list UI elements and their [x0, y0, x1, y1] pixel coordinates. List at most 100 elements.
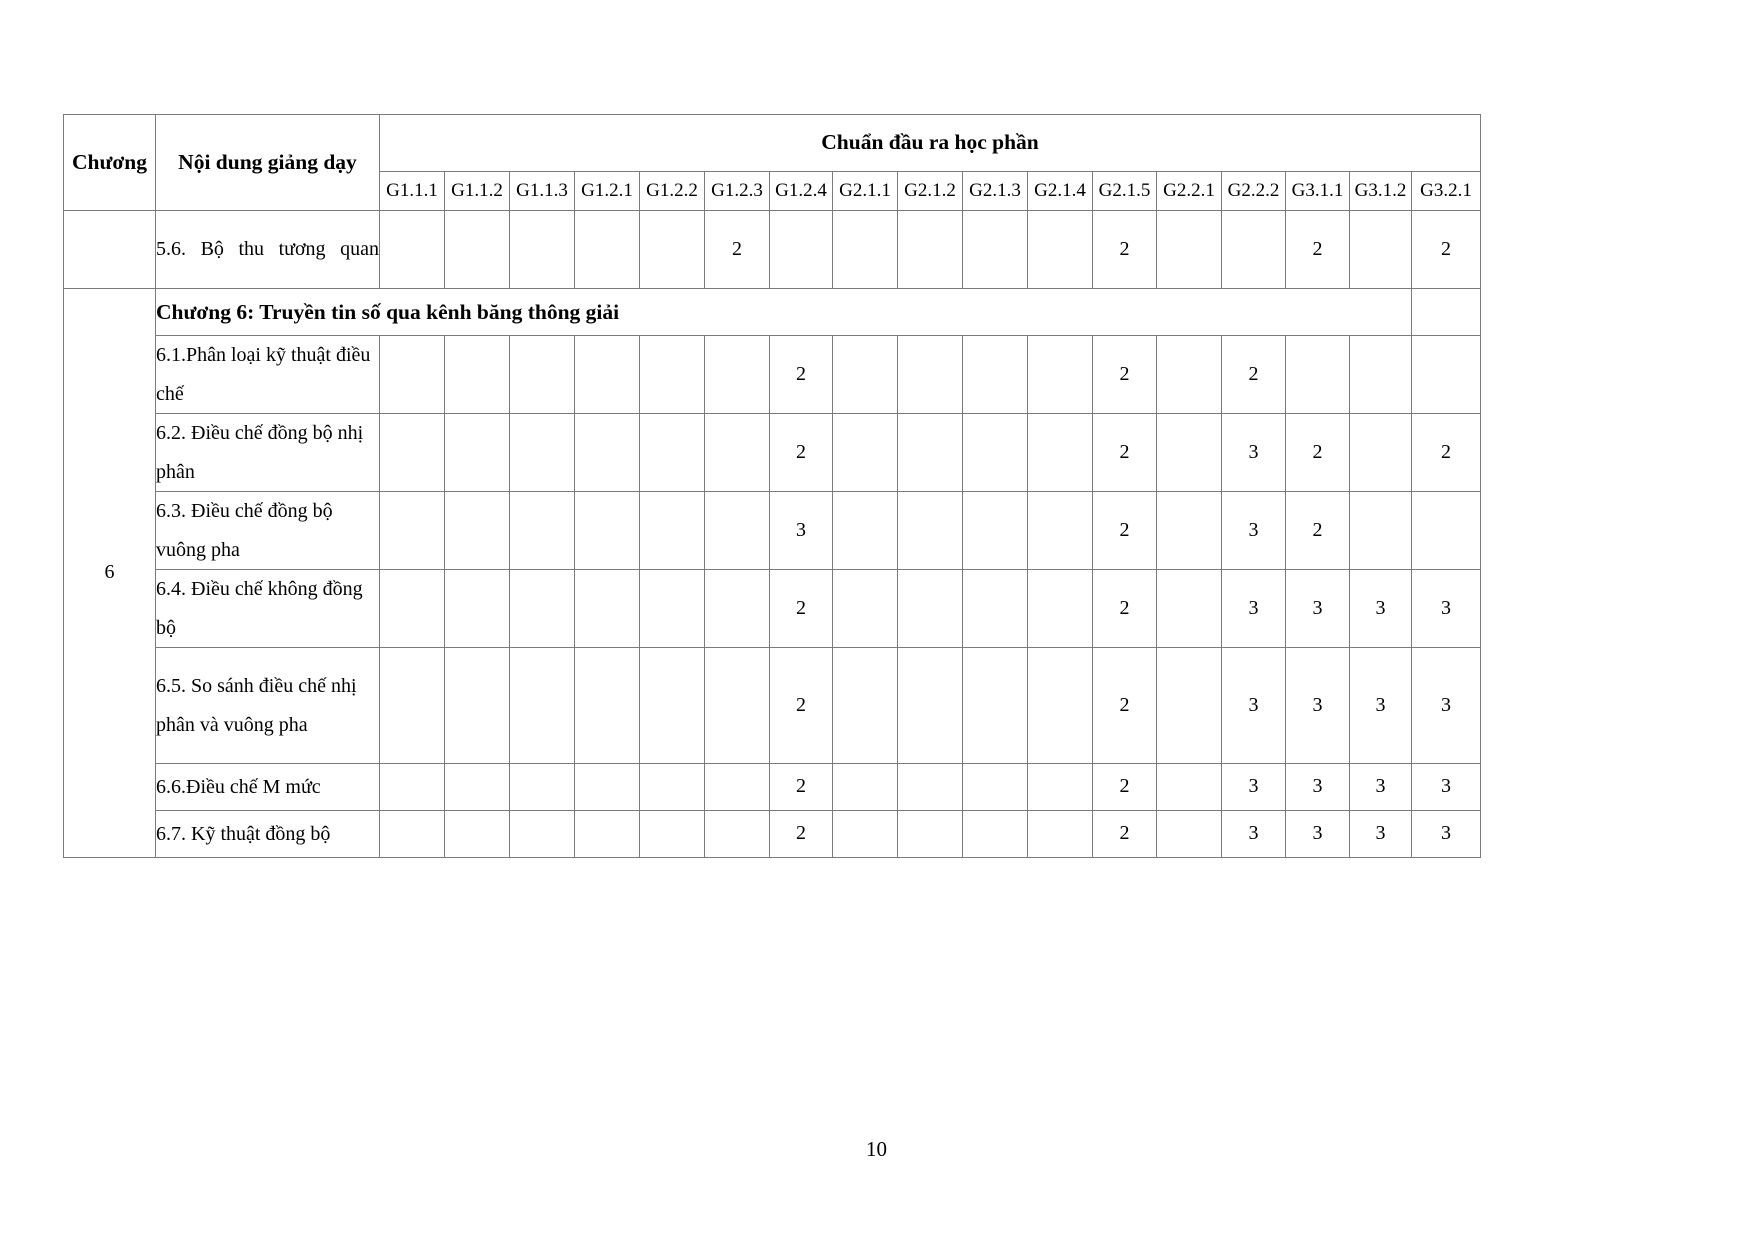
cell-content: 6.7. Kỹ thuật đồng bộ — [155, 810, 380, 858]
cell-value — [1027, 569, 1093, 648]
header-noidung: Nội dung giảng dạy — [155, 114, 380, 211]
cell-chapter — [63, 210, 156, 289]
cell-value — [1411, 335, 1481, 414]
header-outcome-G1-2-1: G1.2.1 — [574, 171, 640, 211]
cell-value — [1349, 491, 1412, 570]
cell-value: 2 — [769, 413, 833, 492]
cell-value — [574, 647, 640, 764]
cell-value: 2 — [1092, 763, 1157, 811]
cell-value — [897, 763, 963, 811]
table-row: 5.6. Bộ thu tương quan 2 2 2 2 — [63, 210, 1481, 289]
cell-value — [897, 335, 963, 414]
cell-content: 5.6. Bộ thu tương quan — [155, 210, 380, 289]
cell-value — [704, 569, 770, 648]
cell-value — [897, 210, 963, 289]
cell-value — [444, 647, 510, 764]
header-outcome-G1-2-2: G1.2.2 — [639, 171, 705, 211]
cell-value: 2 — [1221, 335, 1286, 414]
cell-value — [509, 569, 575, 648]
table-row: 6.5. So sánh điều chế nhị phân và vuông … — [64, 647, 1481, 764]
cell-value: 2 — [1285, 491, 1350, 570]
header-outcome-G2-1-3: G2.1.3 — [962, 171, 1028, 211]
header-outcome-G3-2-1: G3.2.1 — [1411, 171, 1481, 211]
cell-content: 6.3. Điều chế đồng bộ vuông pha — [155, 491, 380, 570]
header-outcome-G1-1-1: G1.1.1 — [379, 171, 445, 211]
cell-value — [1027, 413, 1093, 492]
cell-value — [832, 210, 898, 289]
cell-value: 3 — [1411, 763, 1481, 811]
cell-value — [444, 210, 510, 289]
cell-value: 3 — [1221, 647, 1286, 764]
cell-value: 3 — [1221, 810, 1286, 858]
cell-value: 2 — [1092, 210, 1157, 289]
cell-value — [379, 569, 445, 648]
header-outcome-G3-1-1: G3.1.1 — [1285, 171, 1350, 211]
table-header: Chương Nội dung giảng dạy Chuẩn đầu ra h… — [63, 114, 1481, 211]
cell-value: 2 — [769, 763, 833, 811]
cell-value: 3 — [1411, 810, 1481, 858]
cell-value — [832, 810, 898, 858]
cell-value — [1156, 335, 1222, 414]
cell-value — [962, 491, 1028, 570]
header-outcome-G2-1-5: G2.1.5 — [1092, 171, 1157, 211]
cell-content: 6.5. So sánh điều chế nhị phân và vuông … — [155, 647, 380, 764]
header-outcome-G1-2-4: G1.2.4 — [769, 171, 833, 211]
cell-value — [1156, 569, 1222, 648]
cell-value — [444, 335, 510, 414]
cell-value — [897, 413, 963, 492]
cell-content: 6.6.Điều chế M mức — [155, 763, 380, 811]
cell-value — [704, 763, 770, 811]
cell-value — [962, 210, 1028, 289]
cell-value — [832, 335, 898, 414]
cell-value: 2 — [769, 335, 833, 414]
cell-value: 2 — [1092, 413, 1157, 492]
cell-value: 3 — [1285, 810, 1350, 858]
cell-value — [379, 647, 445, 764]
cell-content: 6.2. Điều chế đồng bộ nhị phân — [155, 413, 380, 492]
cell-value: 3 — [1285, 569, 1350, 648]
cell-value — [704, 413, 770, 492]
cell-value — [509, 210, 575, 289]
cell-value: 3 — [1349, 763, 1412, 811]
cell-value: 2 — [1411, 210, 1481, 289]
cell-value — [704, 810, 770, 858]
header-outcome-G1-1-2: G1.1.2 — [444, 171, 510, 211]
cell-value — [704, 335, 770, 414]
cell-content: 6.1.Phân loại kỹ thuật điều chế — [155, 335, 380, 414]
cell-content: 6.4. Điều chế không đồng bộ — [155, 569, 380, 648]
cell-value — [574, 210, 640, 289]
page-number: 10 — [866, 1137, 887, 1161]
header-outcome-G3-1-2: G3.1.2 — [1349, 171, 1412, 211]
cell-value: 2 — [1092, 569, 1157, 648]
cell-value — [379, 763, 445, 811]
cell-value — [1027, 210, 1093, 289]
cell-value — [1221, 210, 1286, 289]
cell-value — [509, 413, 575, 492]
cell-value: 3 — [1411, 647, 1481, 764]
cell-value — [1349, 335, 1412, 414]
cell-value — [704, 491, 770, 570]
cell-value — [379, 810, 445, 858]
cell-value — [832, 413, 898, 492]
header-group-outcomes: Chuẩn đầu ra học phần — [379, 114, 1481, 172]
cell-value — [639, 413, 705, 492]
cell-value — [962, 647, 1028, 764]
cell-value — [574, 810, 640, 858]
cell-value — [832, 647, 898, 764]
cell-value — [962, 763, 1028, 811]
cell-value: 2 — [769, 569, 833, 648]
curriculum-matrix-table: Chương Nội dung giảng dạy Chuẩn đầu ra h… — [63, 114, 1481, 858]
section-row-spacer — [1411, 288, 1481, 336]
cell-value — [639, 647, 705, 764]
table-row: 6.6.Điều chế M mức 2 2 3 3 3 3 — [64, 763, 1481, 811]
document-page: Chương Nội dung giảng dạy Chuẩn đầu ra h… — [0, 0, 1753, 1240]
cell-chapter-number: 6 — [63, 288, 156, 858]
table-row: 6.7. Kỹ thuật đồng bộ 2 2 3 3 3 3 — [64, 810, 1481, 858]
cell-value — [832, 569, 898, 648]
cell-value — [1027, 647, 1093, 764]
cell-value: 2 — [1285, 210, 1350, 289]
cell-value: 3 — [1285, 647, 1350, 764]
cell-value — [379, 413, 445, 492]
cell-value — [574, 491, 640, 570]
cell-value — [1027, 335, 1093, 414]
